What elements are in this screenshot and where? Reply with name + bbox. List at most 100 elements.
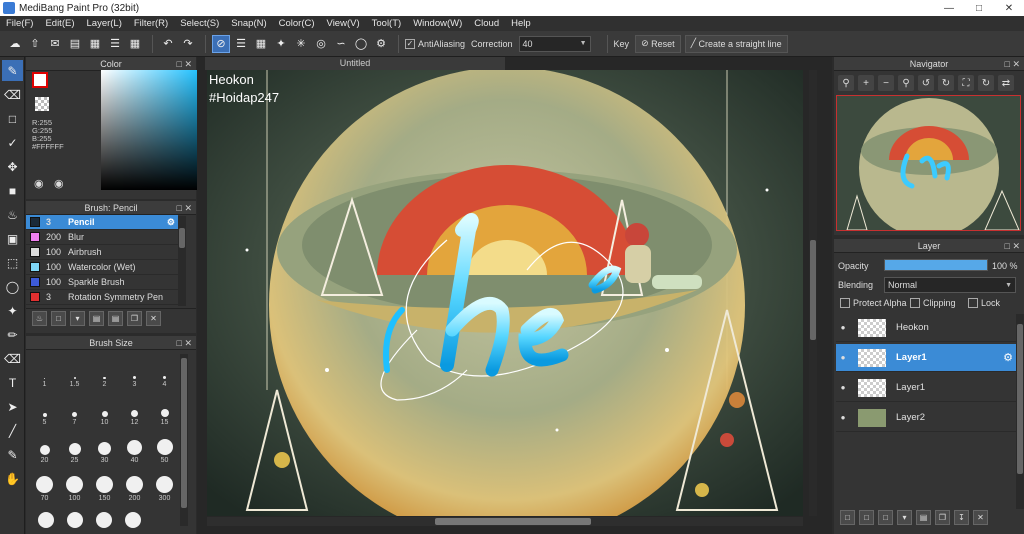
- close-icon[interactable]: ✕: [994, 0, 1024, 16]
- brush-size-option[interactable]: 300: [150, 468, 179, 502]
- duplicate-layer-icon[interactable]: ❐: [935, 510, 950, 525]
- eraser-tool-icon[interactable]: ⌫: [2, 84, 23, 105]
- move-tool-icon[interactable]: ✥: [2, 156, 23, 177]
- drawing-canvas[interactable]: Heokon #Hoidap247: [207, 70, 803, 516]
- layer-list-scroll-thumb[interactable]: [1017, 324, 1023, 474]
- select-tool-icon[interactable]: ⬚: [2, 252, 23, 273]
- curve-snap-icon[interactable]: ∽: [332, 35, 350, 53]
- magic-wand-tool-icon[interactable]: ✦: [2, 300, 23, 321]
- brush-size-option[interactable]: 3: [120, 354, 149, 388]
- flip-icon[interactable]: ⇄: [998, 75, 1014, 91]
- new-layer-1bit-icon[interactable]: □: [878, 510, 893, 525]
- brush-item-airbrush[interactable]: 100 Airbrush: [26, 245, 178, 260]
- rectangle-tool-icon[interactable]: □: [2, 108, 23, 129]
- menu-snap[interactable]: Snap(N): [225, 18, 272, 29]
- list-icon[interactable]: ☰: [106, 35, 124, 53]
- brush-size-option[interactable]: 15: [150, 392, 179, 426]
- gear-icon[interactable]: ⚙: [1003, 351, 1013, 364]
- rotate-left-icon[interactable]: ↺: [918, 75, 934, 91]
- eye-icon[interactable]: ●: [836, 383, 850, 392]
- check-tool-icon[interactable]: ✓: [2, 132, 23, 153]
- panel-controls-icon[interactable]: □ ✕: [177, 201, 192, 215]
- zoom-actual-icon[interactable]: ⚲: [898, 75, 914, 91]
- gradient-tool-icon[interactable]: ▣: [2, 228, 23, 249]
- brush-size-option[interactable]: 2: [90, 354, 119, 388]
- brush-item-sparkle[interactable]: 100 Sparkle Brush: [26, 275, 178, 290]
- new-brush-icon[interactable]: □: [51, 311, 66, 326]
- menu-layer[interactable]: Layer(L): [81, 18, 128, 29]
- brush-size-extra[interactable]: [89, 506, 118, 528]
- eye-icon[interactable]: ●: [836, 413, 850, 422]
- hand-tool-icon[interactable]: ✋: [2, 468, 23, 489]
- saturation-value-picker[interactable]: [101, 70, 200, 190]
- layer-row-layer2[interactable]: ● Layer2: [836, 404, 1016, 432]
- brush-size-option[interactable]: 20: [30, 430, 59, 464]
- brush-menu-icon[interactable]: ▾: [70, 311, 85, 326]
- menu-edit[interactable]: Edit(E): [39, 18, 80, 29]
- minimize-icon[interactable]: —: [934, 0, 964, 16]
- comment-icon[interactable]: ✉: [46, 35, 64, 53]
- brush-size-option[interactable]: 50: [150, 430, 179, 464]
- navigator-preview[interactable]: [836, 95, 1021, 231]
- menu-file[interactable]: File(F): [0, 18, 39, 29]
- antialiasing-checkbox[interactable]: ✓: [405, 38, 415, 49]
- menu-cloud[interactable]: Cloud: [468, 18, 505, 29]
- select-eraser-tool-icon[interactable]: ⌫: [2, 348, 23, 369]
- reset-view-icon[interactable]: ↻: [978, 75, 994, 91]
- brush-size-option[interactable]: 1.5: [60, 354, 89, 388]
- zoom-out-icon[interactable]: −: [878, 75, 894, 91]
- menu-filter[interactable]: Filter(R): [128, 18, 174, 29]
- eye-icon[interactable]: ●: [836, 353, 850, 362]
- parallel-snap-icon[interactable]: ☰: [232, 35, 250, 53]
- fit-window-icon[interactable]: ⛶: [958, 75, 974, 91]
- brush-size-option[interactable]: 150: [90, 468, 119, 502]
- grid-icon[interactable]: ▦: [126, 35, 144, 53]
- page-icon[interactable]: ▦: [86, 35, 104, 53]
- opacity-slider[interactable]: [884, 259, 988, 271]
- transparent-color-swatch[interactable]: [35, 97, 49, 111]
- brush-folder-icon[interactable]: ▤: [89, 311, 104, 326]
- add-brush-icon[interactable]: ♨: [32, 311, 47, 326]
- zoom-in-icon[interactable]: +: [858, 75, 874, 91]
- document-tab[interactable]: Untitled: [205, 57, 505, 70]
- correction-select[interactable]: 40 ▼: [518, 35, 591, 52]
- select-pen-tool-icon[interactable]: ✏: [2, 324, 23, 345]
- trash-icon[interactable]: ✕: [146, 311, 161, 326]
- layer-list-scrollbar[interactable]: [1016, 314, 1024, 509]
- brush-size-option[interactable]: 10: [90, 392, 119, 426]
- canvas-vertical-scroll-thumb[interactable]: [810, 240, 816, 340]
- menu-color[interactable]: Color(C): [273, 18, 321, 29]
- concentric-snap-icon[interactable]: ◎: [312, 35, 330, 53]
- brush-size-option[interactable]: 100: [60, 468, 89, 502]
- brush-size-option[interactable]: 12: [120, 392, 149, 426]
- panel-controls-icon[interactable]: □ ✕: [1005, 239, 1020, 253]
- brush-list-scrollbar[interactable]: [178, 216, 186, 306]
- layer-row-layer1[interactable]: ● Layer1: [836, 374, 1016, 402]
- rotate-right-icon[interactable]: ↻: [938, 75, 954, 91]
- brush-size-option[interactable]: 70: [30, 468, 59, 502]
- menu-help[interactable]: Help: [505, 18, 537, 29]
- grid-snap-icon[interactable]: ▦: [252, 35, 270, 53]
- bucket-tool-icon[interactable]: ♨: [2, 204, 23, 225]
- new-layer-8bit-icon[interactable]: □: [859, 510, 874, 525]
- brush-size-scroll-thumb[interactable]: [181, 358, 187, 508]
- foreground-color-swatch[interactable]: [32, 72, 48, 88]
- blending-select[interactable]: Normal ▼: [884, 277, 1016, 293]
- no-snap-icon[interactable]: ⊘: [212, 34, 230, 53]
- clipping-option[interactable]: Clipping: [910, 298, 956, 308]
- maximize-icon[interactable]: □: [964, 0, 994, 16]
- brush-size-option[interactable]: 5: [30, 392, 59, 426]
- panel-controls-icon[interactable]: □ ✕: [1005, 57, 1020, 71]
- layer-folder-icon[interactable]: ▤: [916, 510, 931, 525]
- trash-icon[interactable]: ✕: [973, 510, 988, 525]
- cloud-icon[interactable]: ☁: [6, 35, 24, 53]
- upload-icon[interactable]: ⇧: [26, 35, 44, 53]
- merge-layer-icon[interactable]: ↧: [954, 510, 969, 525]
- layer-row-heokon[interactable]: ● Heokon: [836, 314, 1016, 342]
- open-folder-icon[interactable]: ▤: [108, 311, 123, 326]
- brush-item-pencil[interactable]: 3 Pencil ⚙: [26, 215, 178, 230]
- brush-size-option[interactable]: 30: [90, 430, 119, 464]
- gear-icon[interactable]: ⚙: [167, 217, 175, 228]
- canvas-vertical-scrollbar[interactable]: [809, 70, 817, 516]
- text-tool-icon[interactable]: T: [2, 372, 23, 393]
